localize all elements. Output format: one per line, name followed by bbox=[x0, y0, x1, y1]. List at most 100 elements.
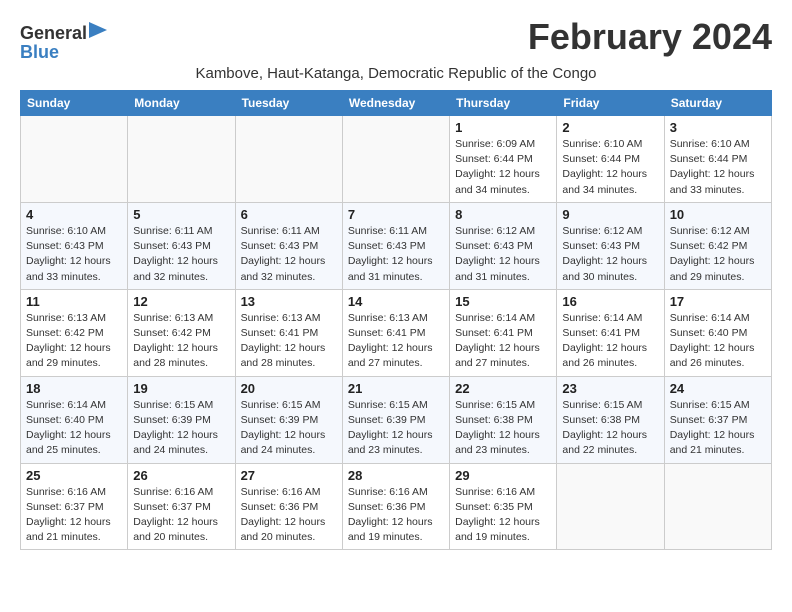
calendar-cell: 14 Sunrise: 6:13 AM Sunset: 6:41 PM Dayli… bbox=[342, 289, 449, 376]
calendar-cell: 18 Sunrise: 6:14 AM Sunset: 6:40 PM Dayli… bbox=[21, 376, 128, 463]
logo-blue-text: Blue bbox=[20, 43, 59, 61]
month-title: February 2024 bbox=[528, 16, 772, 58]
day-number: 3 bbox=[670, 120, 766, 135]
logo: General Blue bbox=[20, 22, 107, 61]
day-number: 13 bbox=[241, 294, 337, 309]
day-number: 20 bbox=[241, 381, 337, 396]
day-info: Sunrise: 6:16 AM Sunset: 6:37 PM Dayligh… bbox=[26, 485, 122, 546]
day-info: Sunrise: 6:12 AM Sunset: 6:43 PM Dayligh… bbox=[562, 224, 658, 285]
calendar-cell: 15Sunrise: 6:14 AM Sunset: 6:41 PM Dayli… bbox=[450, 289, 557, 376]
calendar-cell: 7 Sunrise: 6:11 AM Sunset: 6:43 PM Daylig… bbox=[342, 202, 449, 289]
logo-general-text: General bbox=[20, 24, 87, 42]
day-info: Sunrise: 6:14 AM Sunset: 6:41 PM Dayligh… bbox=[562, 311, 658, 372]
day-number: 14 bbox=[348, 294, 444, 309]
day-number: 22 bbox=[455, 381, 551, 396]
day-number: 12 bbox=[133, 294, 229, 309]
day-number: 1 bbox=[455, 120, 551, 135]
day-number: 26 bbox=[133, 468, 229, 483]
day-info: Sunrise: 6:09 AM Sunset: 6:44 PM Dayligh… bbox=[455, 137, 551, 198]
day-info: Sunrise: 6:16 AM Sunset: 6:37 PM Dayligh… bbox=[133, 485, 229, 546]
column-header-thursday: Thursday bbox=[450, 91, 557, 116]
day-number: 21 bbox=[348, 381, 444, 396]
day-number: 28 bbox=[348, 468, 444, 483]
calendar-cell: 19Sunrise: 6:15 AM Sunset: 6:39 PM Dayli… bbox=[128, 376, 235, 463]
column-header-sunday: Sunday bbox=[21, 91, 128, 116]
day-info: Sunrise: 6:10 AM Sunset: 6:43 PM Dayligh… bbox=[26, 224, 122, 285]
calendar-cell: 28 Sunrise: 6:16 AM Sunset: 6:36 PM Dayli… bbox=[342, 463, 449, 550]
calendar-cell bbox=[557, 463, 664, 550]
calendar-cell: 26 Sunrise: 6:16 AM Sunset: 6:37 PM Dayli… bbox=[128, 463, 235, 550]
day-number: 9 bbox=[562, 207, 658, 222]
day-number: 27 bbox=[241, 468, 337, 483]
column-header-friday: Friday bbox=[557, 91, 664, 116]
calendar-cell: 11Sunrise: 6:13 AM Sunset: 6:42 PM Dayli… bbox=[21, 289, 128, 376]
day-number: 24 bbox=[670, 381, 766, 396]
calendar-cell: 20 Sunrise: 6:15 AM Sunset: 6:39 PM Dayli… bbox=[235, 376, 342, 463]
calendar-table: SundayMondayTuesdayWednesdayThursdayFrid… bbox=[20, 90, 772, 550]
page-header: General Blue February 2024 bbox=[20, 16, 772, 61]
calendar-cell: 21 Sunrise: 6:15 AM Sunset: 6:39 PM Dayli… bbox=[342, 376, 449, 463]
day-number: 29 bbox=[455, 468, 551, 483]
day-number: 23 bbox=[562, 381, 658, 396]
day-info: Sunrise: 6:15 AM Sunset: 6:38 PM Dayligh… bbox=[455, 398, 551, 459]
day-info: Sunrise: 6:16 AM Sunset: 6:35 PM Dayligh… bbox=[455, 485, 551, 546]
day-number: 17 bbox=[670, 294, 766, 309]
day-number: 18 bbox=[26, 381, 122, 396]
calendar-cell: 6 Sunrise: 6:11 AM Sunset: 6:43 PM Daylig… bbox=[235, 202, 342, 289]
day-info: Sunrise: 6:16 AM Sunset: 6:36 PM Dayligh… bbox=[348, 485, 444, 546]
day-info: Sunrise: 6:13 AM Sunset: 6:42 PM Dayligh… bbox=[26, 311, 122, 372]
calendar-cell: 4 Sunrise: 6:10 AM Sunset: 6:43 PM Daylig… bbox=[21, 202, 128, 289]
day-info: Sunrise: 6:11 AM Sunset: 6:43 PM Dayligh… bbox=[241, 224, 337, 285]
calendar-cell: 13 Sunrise: 6:13 AM Sunset: 6:41 PM Dayli… bbox=[235, 289, 342, 376]
day-info: Sunrise: 6:13 AM Sunset: 6:41 PM Dayligh… bbox=[348, 311, 444, 372]
day-number: 19 bbox=[133, 381, 229, 396]
calendar-cell: 22 Sunrise: 6:15 AM Sunset: 6:38 PM Dayli… bbox=[450, 376, 557, 463]
calendar-cell: 12 Sunrise: 6:13 AM Sunset: 6:42 PM Dayli… bbox=[128, 289, 235, 376]
day-info: Sunrise: 6:15 AM Sunset: 6:37 PM Dayligh… bbox=[670, 398, 766, 459]
calendar-week-row: 18 Sunrise: 6:14 AM Sunset: 6:40 PM Dayli… bbox=[21, 376, 772, 463]
day-number: 4 bbox=[26, 207, 122, 222]
calendar-week-row: 4 Sunrise: 6:10 AM Sunset: 6:43 PM Daylig… bbox=[21, 202, 772, 289]
day-info: Sunrise: 6:10 AM Sunset: 6:44 PM Dayligh… bbox=[670, 137, 766, 198]
day-info: Sunrise: 6:15 AM Sunset: 6:39 PM Dayligh… bbox=[348, 398, 444, 459]
day-info: Sunrise: 6:14 AM Sunset: 6:40 PM Dayligh… bbox=[670, 311, 766, 372]
day-number: 25 bbox=[26, 468, 122, 483]
column-header-tuesday: Tuesday bbox=[235, 91, 342, 116]
column-header-wednesday: Wednesday bbox=[342, 91, 449, 116]
day-info: Sunrise: 6:13 AM Sunset: 6:41 PM Dayligh… bbox=[241, 311, 337, 372]
day-info: Sunrise: 6:11 AM Sunset: 6:43 PM Dayligh… bbox=[348, 224, 444, 285]
column-header-saturday: Saturday bbox=[664, 91, 771, 116]
day-info: Sunrise: 6:13 AM Sunset: 6:42 PM Dayligh… bbox=[133, 311, 229, 372]
calendar-cell: 9 Sunrise: 6:12 AM Sunset: 6:43 PM Daylig… bbox=[557, 202, 664, 289]
day-info: Sunrise: 6:14 AM Sunset: 6:41 PM Dayligh… bbox=[455, 311, 551, 372]
calendar-cell bbox=[342, 116, 449, 203]
calendar-cell: 8 Sunrise: 6:12 AM Sunset: 6:43 PM Daylig… bbox=[450, 202, 557, 289]
calendar-cell: 10Sunrise: 6:12 AM Sunset: 6:42 PM Dayli… bbox=[664, 202, 771, 289]
day-number: 2 bbox=[562, 120, 658, 135]
day-info: Sunrise: 6:12 AM Sunset: 6:42 PM Dayligh… bbox=[670, 224, 766, 285]
column-header-monday: Monday bbox=[128, 91, 235, 116]
day-info: Sunrise: 6:12 AM Sunset: 6:43 PM Dayligh… bbox=[455, 224, 551, 285]
calendar-cell: 25 Sunrise: 6:16 AM Sunset: 6:37 PM Dayli… bbox=[21, 463, 128, 550]
day-info: Sunrise: 6:14 AM Sunset: 6:40 PM Dayligh… bbox=[26, 398, 122, 459]
calendar-cell: 23 Sunrise: 6:15 AM Sunset: 6:38 PM Dayli… bbox=[557, 376, 664, 463]
calendar-cell: 24 Sunrise: 6:15 AM Sunset: 6:37 PM Dayli… bbox=[664, 376, 771, 463]
calendar-week-row: 11Sunrise: 6:13 AM Sunset: 6:42 PM Dayli… bbox=[21, 289, 772, 376]
day-info: Sunrise: 6:10 AM Sunset: 6:44 PM Dayligh… bbox=[562, 137, 658, 198]
day-number: 8 bbox=[455, 207, 551, 222]
calendar-week-row: 25 Sunrise: 6:16 AM Sunset: 6:37 PM Dayli… bbox=[21, 463, 772, 550]
calendar-cell bbox=[664, 463, 771, 550]
calendar-cell: 17 Sunrise: 6:14 AM Sunset: 6:40 PM Dayli… bbox=[664, 289, 771, 376]
calendar-cell bbox=[21, 116, 128, 203]
calendar-cell: 29 Sunrise: 6:16 AM Sunset: 6:35 PM Dayli… bbox=[450, 463, 557, 550]
day-number: 6 bbox=[241, 207, 337, 222]
calendar-cell bbox=[235, 116, 342, 203]
day-number: 7 bbox=[348, 207, 444, 222]
day-info: Sunrise: 6:11 AM Sunset: 6:43 PM Dayligh… bbox=[133, 224, 229, 285]
day-info: Sunrise: 6:15 AM Sunset: 6:38 PM Dayligh… bbox=[562, 398, 658, 459]
calendar-week-row: 1 Sunrise: 6:09 AM Sunset: 6:44 PM Daylig… bbox=[21, 116, 772, 203]
day-info: Sunrise: 6:15 AM Sunset: 6:39 PM Dayligh… bbox=[241, 398, 337, 459]
calendar-header-row: SundayMondayTuesdayWednesdayThursdayFrid… bbox=[21, 91, 772, 116]
logo-icon bbox=[89, 22, 107, 38]
calendar-cell: 3 Sunrise: 6:10 AM Sunset: 6:44 PM Daylig… bbox=[664, 116, 771, 203]
